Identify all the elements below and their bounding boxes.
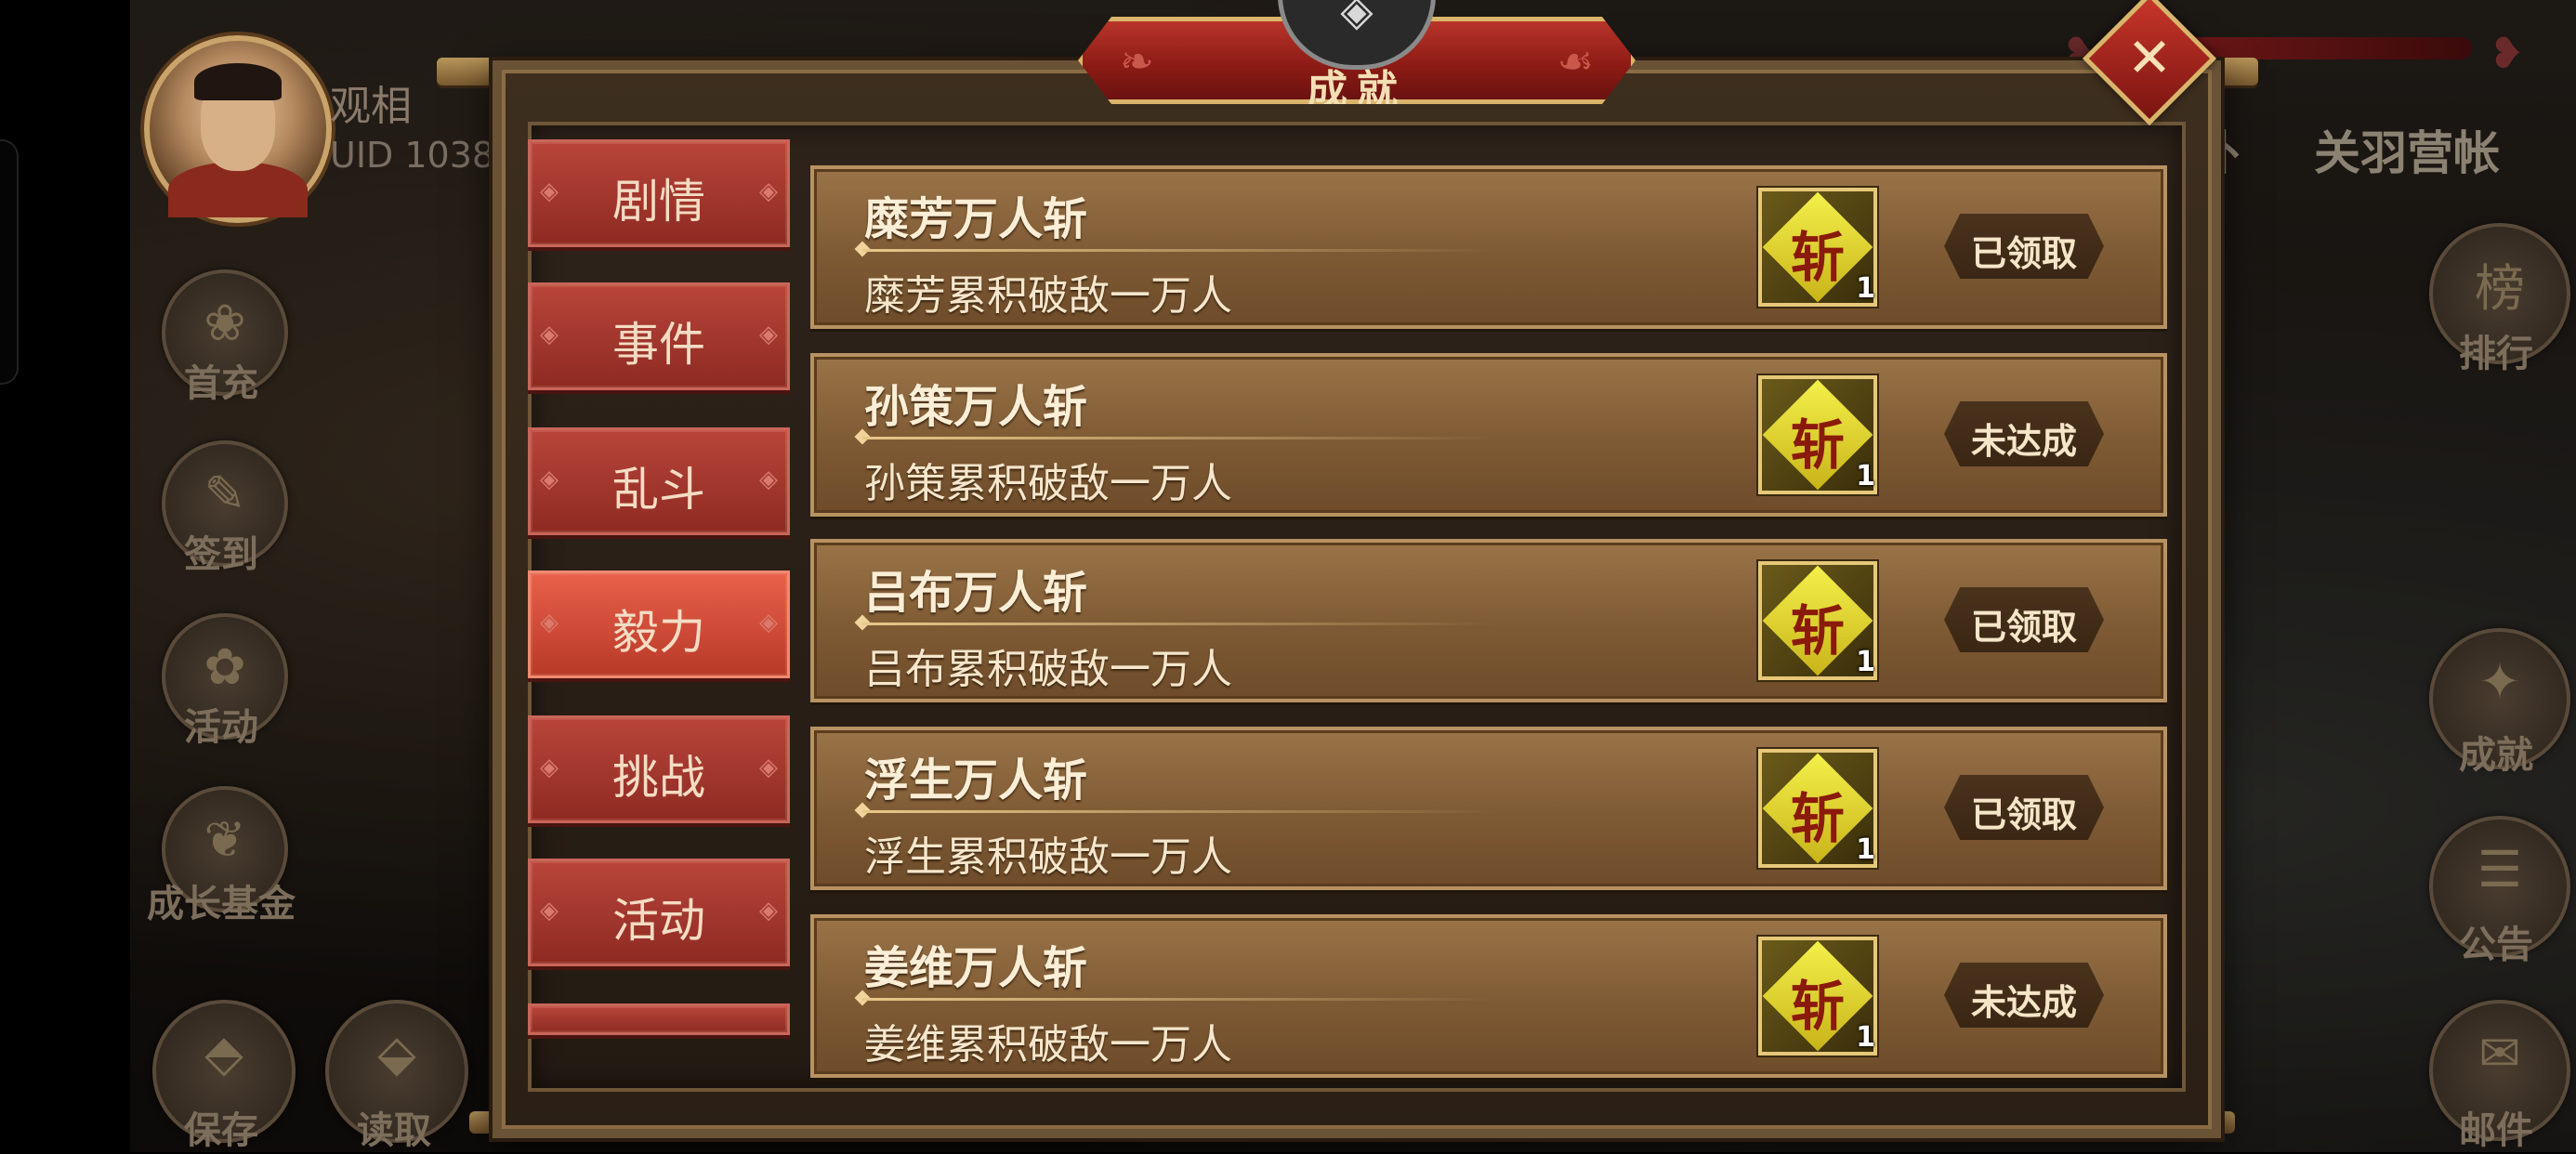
- events-label: 活动: [184, 706, 258, 749]
- sign-in-label: 签到: [184, 533, 258, 576]
- achievement-row: 吕布万人斩 吕布累积破敌一万人 斩 1 已领取: [810, 539, 2167, 702]
- reward-item[interactable]: 斩 1: [1758, 749, 1877, 868]
- scene-tab-guanyu-camp[interactable]: 关羽营帐: [2314, 116, 2500, 183]
- tab-melee[interactable]: ◈ ◈ 乱斗: [528, 427, 790, 535]
- butterfly-icon: ❥: [2489, 28, 2525, 78]
- tab-activity[interactable]: ◈ ◈ 活动: [528, 859, 790, 966]
- tab-label: 乱斗: [612, 463, 705, 517]
- achievement-description: 糜芳累积破敌一万人: [864, 272, 1232, 320]
- player-uid: UID 1038: [330, 135, 495, 176]
- reward-quantity: 1: [1856, 1021, 1875, 1054]
- growth-fund-label: 成长基金: [147, 883, 296, 925]
- tab-label: 事件: [612, 318, 705, 372]
- achievement-side-label: 成就: [2459, 734, 2533, 777]
- row-divider: [862, 249, 1494, 252]
- first-recharge-label: 首充: [184, 362, 258, 405]
- reward-item[interactable]: 斩 1: [1758, 937, 1877, 1056]
- tab-label: 挑战: [612, 751, 705, 805]
- save-label: 保存: [184, 1109, 258, 1152]
- status-button[interactable]: 已领取: [1944, 587, 2104, 652]
- status-label: 未达成: [1970, 421, 2077, 462]
- ranking-icon: 榜: [2475, 259, 2525, 318]
- avatar-hair: [194, 63, 282, 100]
- load-label: 读取: [357, 1109, 431, 1152]
- tab-perseverance[interactable]: ◈ ◈ 毅力: [528, 570, 790, 678]
- achievement-description: 孙策累积破敌一万人: [864, 460, 1232, 507]
- reward-quantity: 1: [1856, 460, 1875, 492]
- mail-label: 邮件: [2459, 1109, 2533, 1152]
- tab-label: 毅力: [612, 606, 705, 660]
- status-button[interactable]: 未达成: [1944, 401, 2104, 466]
- tab-events[interactable]: ◈ ◈ 事件: [528, 282, 790, 390]
- achievement-description: 姜维累积破敌一万人: [864, 1021, 1232, 1069]
- tab-label: 活动: [612, 894, 705, 948]
- status-label: 未达成: [1970, 982, 2077, 1023]
- achievement-description: 吕布累积破敌一万人: [864, 646, 1232, 693]
- achievement-row: 姜维万人斩 姜维累积破敌一万人 斩 1 未达成: [810, 914, 2167, 1078]
- row-divider: [862, 623, 1494, 625]
- tab-label: 剧情: [612, 175, 705, 229]
- row-divider: [862, 437, 1494, 439]
- scroll-icon: ✎: [204, 465, 246, 523]
- reward-item[interactable]: 斩 1: [1758, 561, 1877, 680]
- achievement-icon: ✦: [2478, 652, 2521, 711]
- flower-icon: ✿: [204, 637, 246, 696]
- row-divider: [862, 998, 1494, 1001]
- mail-icon: ✉: [2478, 1024, 2521, 1082]
- ranking-label: 排行: [2459, 333, 2533, 375]
- status-button[interactable]: 已领取: [1944, 775, 2104, 840]
- reward-quantity: 1: [1856, 646, 1875, 678]
- status-label: 已领取: [1970, 607, 2077, 648]
- screen-edge-notch: [0, 139, 19, 385]
- reward-item[interactable]: 斩 1: [1758, 188, 1877, 307]
- status-button[interactable]: 未达成: [1944, 963, 2104, 1028]
- achievement-row: 糜芳万人斩 糜芳累积破敌一万人 斩 1 已领取: [810, 165, 2167, 329]
- load-icon: ⬙: [377, 1024, 416, 1082]
- row-divider: [862, 810, 1494, 813]
- achievement-title: 浮生万人斩: [864, 754, 1088, 806]
- achievement-title: 孙策万人斩: [864, 381, 1088, 433]
- achievement-description: 浮生累积破敌一万人: [864, 833, 1232, 881]
- plant-icon: ❦: [204, 810, 246, 869]
- achievement-title: 吕布万人斩: [864, 567, 1088, 619]
- achievement-row: 孙策万人斩 孙策累积破敌一万人 斩 1 未达成: [810, 353, 2167, 517]
- emblem-icon: ◈: [1340, 0, 1373, 35]
- status-label: 已领取: [1970, 794, 2077, 835]
- status-label: 已领取: [1970, 233, 2077, 274]
- tab-partial-next[interactable]: [528, 1003, 790, 1035]
- status-button[interactable]: 已领取: [1944, 214, 2104, 279]
- save-icon: ⬘: [204, 1024, 243, 1082]
- player-avatar[interactable]: [144, 35, 332, 223]
- achievement-row: 浮生万人斩 浮生累积破敌一万人 斩 1 已领取: [810, 727, 2167, 890]
- notice-icon: ☰: [2477, 840, 2523, 898]
- reward-quantity: 1: [1856, 272, 1875, 305]
- player-name: 观相: [330, 83, 412, 130]
- achievement-title: 姜维万人斩: [864, 942, 1088, 994]
- notice-label: 公告: [2459, 924, 2533, 966]
- achievement-title: 糜芳万人斩: [864, 193, 1088, 245]
- tab-story[interactable]: ◈ ◈ 剧情: [528, 139, 790, 247]
- close-icon[interactable]: ✕: [2102, 11, 2197, 106]
- gift-icon: ❀: [204, 294, 246, 352]
- reward-item[interactable]: 斩 1: [1758, 375, 1877, 494]
- reward-quantity: 1: [1856, 833, 1875, 866]
- tab-challenge[interactable]: ◈ ◈ 挑战: [528, 715, 790, 823]
